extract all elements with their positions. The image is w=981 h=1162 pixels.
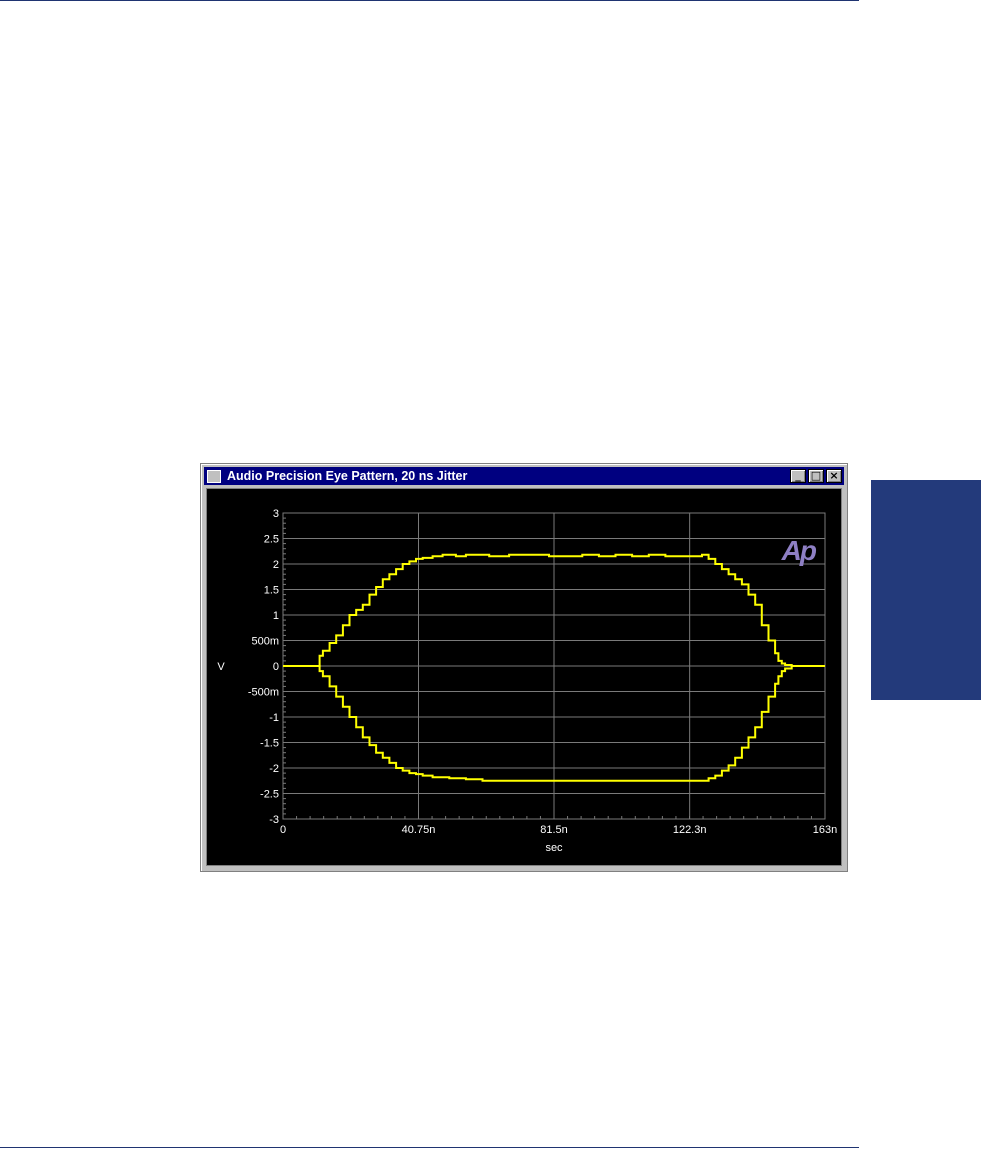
x-tick-label: 122.3n bbox=[673, 824, 707, 836]
window-menu-icon[interactable] bbox=[207, 469, 221, 483]
y-tick-label: 1.5 bbox=[264, 585, 279, 597]
y-tick-label: -1 bbox=[269, 712, 279, 724]
y-tick-label: -2.5 bbox=[260, 789, 279, 801]
minimize-icon[interactable]: _ bbox=[790, 469, 806, 483]
x-tick-label: 0 bbox=[280, 824, 286, 836]
y-tick-label: 2.5 bbox=[264, 534, 279, 546]
y-tick-label: 0 bbox=[273, 661, 279, 673]
plot-area: 3 2.5 2 1.5 1 500m 0 -500m -1 -1.5 -2 -2.5 -3 0 40.75n… bbox=[206, 488, 842, 866]
y-tick-label: 3 bbox=[273, 508, 279, 520]
bottom-rule bbox=[0, 1147, 859, 1148]
ap-logo: Ap bbox=[781, 535, 817, 566]
chart-window: Audio Precision Eye Pattern, 20 ns Jitte… bbox=[200, 463, 848, 872]
close-icon[interactable]: × bbox=[826, 469, 842, 483]
x-tick-label: 81.5n bbox=[540, 824, 568, 836]
y-axis-label: V bbox=[217, 661, 225, 673]
x-tick-label: 163n bbox=[813, 824, 837, 836]
x-tick-label: 40.75n bbox=[402, 824, 436, 836]
y-tick-label: -3 bbox=[269, 814, 279, 826]
y-tick-label: 2 bbox=[273, 559, 279, 571]
top-rule bbox=[0, 0, 859, 1]
y-tick-label: 1 bbox=[273, 610, 279, 622]
eye-pattern-chart: 32.521.51500m0-500m-1-1.5-2-2.5-30 40.75n… bbox=[217, 508, 837, 854]
y-tick-label: 500m bbox=[251, 636, 279, 648]
section-tab bbox=[871, 480, 981, 700]
window-title: Audio Precision Eye Pattern, 20 ns Jitte… bbox=[227, 469, 468, 483]
y-tick-label: -2 bbox=[269, 763, 279, 775]
y-tick-label: -1.5 bbox=[260, 738, 279, 750]
title-bar[interactable]: Audio Precision Eye Pattern, 20 ns Jitte… bbox=[204, 467, 844, 485]
window-controls: _ □ × bbox=[788, 469, 842, 483]
y-tick-label: -500m bbox=[248, 687, 279, 699]
x-axis-label: sec bbox=[545, 842, 563, 854]
maximize-icon[interactable]: □ bbox=[808, 469, 824, 483]
